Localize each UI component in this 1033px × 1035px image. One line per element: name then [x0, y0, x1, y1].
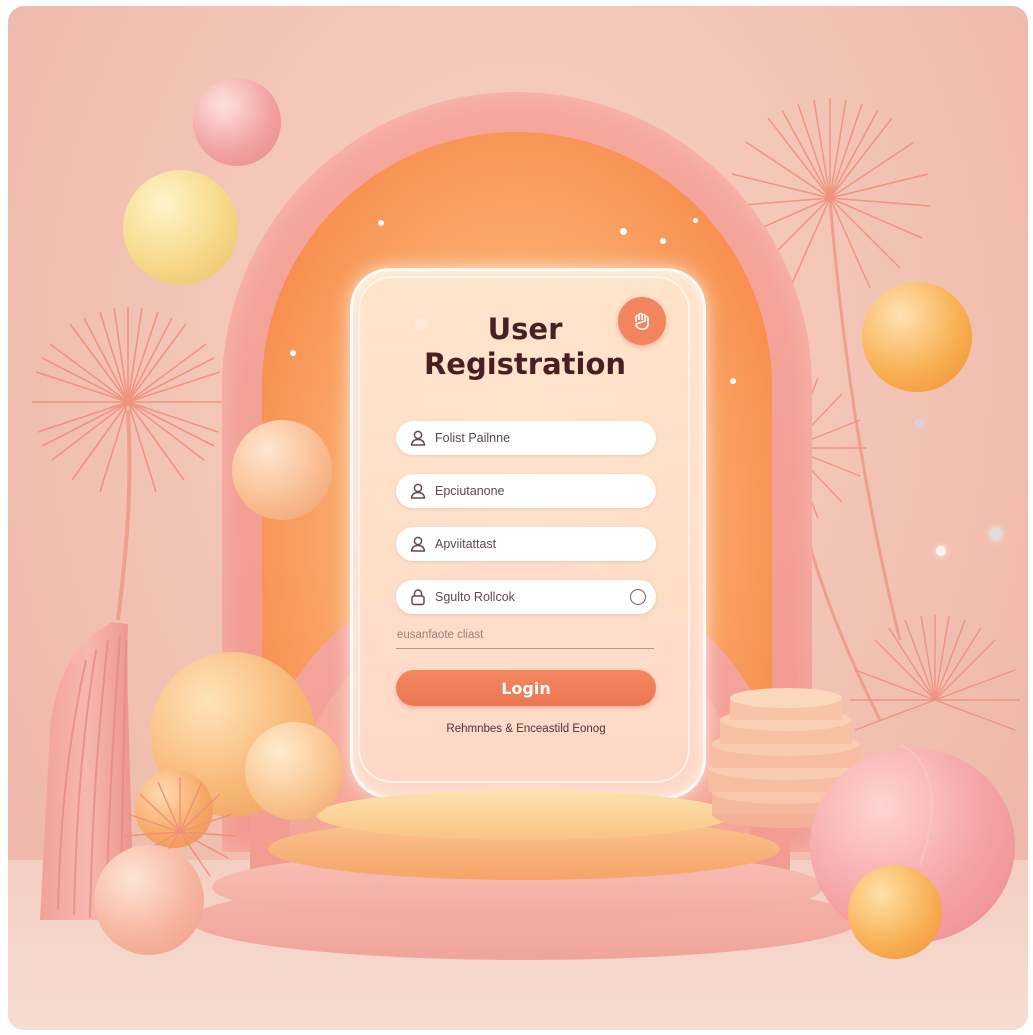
sparkle	[914, 418, 924, 428]
right-pampas-stem-1	[828, 199, 902, 641]
sparkle	[936, 546, 946, 556]
sparkle	[660, 238, 666, 244]
lock-icon	[407, 586, 429, 608]
show-password-toggle[interactable]	[630, 589, 646, 605]
login-button[interactable]: Login	[396, 670, 656, 706]
field-value: Sgulto Rollcok	[435, 590, 515, 604]
title-line-2: Registration	[423, 347, 627, 381]
sphere-peach-bottom-left	[94, 845, 204, 955]
sparkle	[290, 350, 296, 356]
password-field[interactable]: Sgulto Rollcok	[396, 580, 656, 614]
sparkle	[990, 528, 1002, 540]
sphere-pink-top	[193, 78, 281, 166]
sphere-peach-left	[232, 420, 332, 520]
podium-top-disc	[316, 790, 732, 840]
sparkle	[378, 220, 384, 226]
sphere-orange-bottom-right	[848, 865, 942, 959]
first-name-field[interactable]: Folist Pailnne	[396, 421, 656, 455]
left-pampas-stem	[116, 409, 132, 621]
sparkle	[693, 218, 698, 223]
user-icon	[407, 533, 429, 555]
field-value: Folist Pailnne	[435, 431, 511, 445]
sphere-peach-mid	[245, 722, 343, 820]
user-icon	[407, 480, 429, 502]
username-field[interactable]: Apviitattast	[396, 527, 656, 561]
sparkle	[620, 228, 627, 235]
page-title: User Registration	[390, 312, 660, 382]
user-icon	[407, 427, 429, 449]
sphere-stem-line	[899, 744, 933, 866]
underline-field-label: eusanfaote cliast	[397, 629, 484, 641]
title-line-1: User	[487, 312, 563, 346]
sparkle	[730, 378, 736, 384]
underline-field[interactable]	[396, 648, 654, 649]
email-field[interactable]: Epciutanone	[396, 474, 656, 508]
field-value: Apviitattast	[435, 537, 497, 551]
field-value: Epciutanone	[435, 484, 505, 498]
sphere-yellow	[123, 170, 238, 285]
sphere-orange-right	[862, 282, 972, 392]
footer-link[interactable]: Rehmnbes & Enceastild Eonog	[396, 723, 656, 735]
